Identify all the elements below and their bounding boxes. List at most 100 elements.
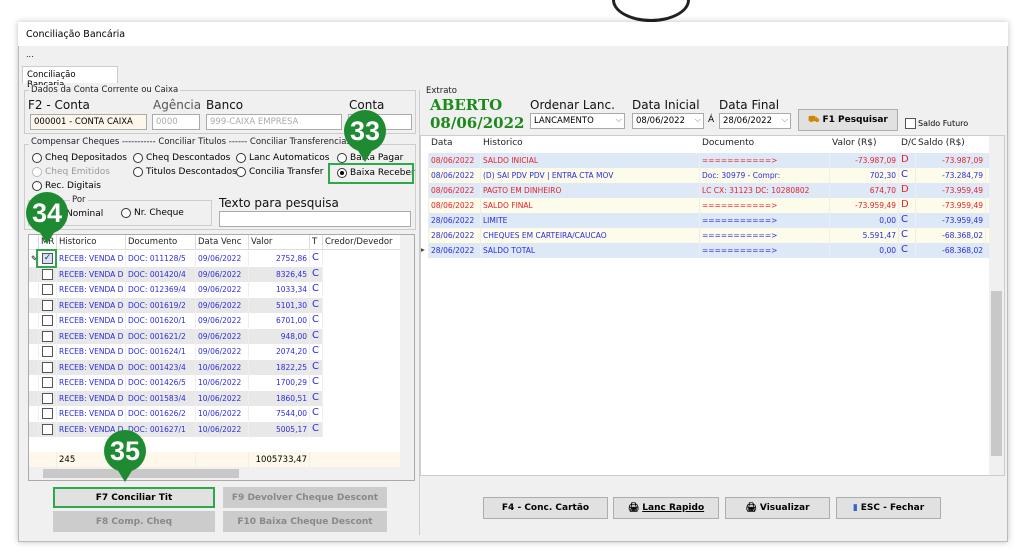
radio-option[interactable]: Cheq Depositados	[32, 153, 127, 163]
table-row[interactable]: RECEB: VENDA D DOC: 001420/4 09/06/2022 832…	[29, 266, 401, 282]
dc-cell: D	[899, 198, 916, 213]
saldo-futuro-checkbox[interactable]: Saldo Futuro	[905, 118, 968, 129]
table-row[interactable]: RECEB: VENDA D DOC: 001627/1 10/06/2022 500…	[29, 421, 401, 437]
lanc-rapido-button[interactable]: 🖨 Lanc Rapido	[613, 497, 719, 519]
conta-input[interactable]: 000001 - CONTA CAIXA	[30, 114, 147, 130]
radio-option[interactable]: Titulos Descontados	[133, 167, 237, 177]
mr-cell	[39, 359, 57, 375]
checkbox[interactable]	[42, 408, 53, 419]
f8-comp-cheq-button[interactable]: F8 Comp. Cheq	[53, 511, 215, 532]
row-indicator	[29, 390, 39, 406]
f4-conc-cartao-button[interactable]: F4 - Conc. Cartão	[483, 497, 608, 519]
checkbox[interactable]	[42, 315, 53, 326]
credor-cell	[323, 313, 401, 328]
chevron-down-icon: ⌵	[615, 115, 622, 125]
column-header[interactable]: Valor (R$)	[830, 136, 899, 152]
radio-option[interactable]: Cheq Descontados	[133, 153, 230, 163]
credor-cell	[323, 375, 401, 390]
doc-cell: ===========>	[700, 228, 830, 243]
doc-cell: DOC: 001624/1	[126, 344, 196, 359]
dc-cell: C	[899, 213, 916, 228]
valor-cell: 0,00	[830, 243, 899, 258]
checkbox[interactable]	[42, 377, 53, 388]
a-label: Á	[708, 115, 715, 125]
mr-cell	[39, 313, 57, 328]
table-row[interactable]: RECEB: VENDA D DOC: 001619/2 09/06/2022 510…	[29, 297, 401, 313]
f7-conciliar-tit-button[interactable]: F7 Conciliar Tit	[53, 487, 215, 508]
radio-option[interactable]: Cheq Emitidos	[32, 167, 110, 177]
data-final-select[interactable]: 28/06/2022 ⌵	[719, 113, 791, 129]
table-row[interactable]: RECEB: VENDA D DOC: 012369/4 09/06/2022 103…	[29, 282, 401, 297]
table-row[interactable]: ▸ 28/06/2022 SALDO TOTAL ===========> 0,00 C -…	[421, 243, 990, 258]
column-header[interactable]: Valor	[249, 235, 310, 250]
column-header[interactable]: Saldo (R$)	[916, 136, 986, 152]
checkbox[interactable]	[42, 392, 53, 404]
ordenar-select[interactable]: LANCAMENTO ⌵	[530, 113, 625, 129]
column-header[interactable]: D/C	[899, 136, 917, 152]
banco-input[interactable]: 999-CAIXA EMPRESA	[206, 114, 342, 130]
radio-option[interactable]: Lanc Automaticos	[236, 153, 329, 163]
vertical-scrollbar[interactable]	[400, 235, 414, 468]
status-label: ABERTO	[430, 96, 503, 114]
data-inicial-select[interactable]: 08/06/2022 ⌵	[632, 113, 704, 129]
data-inicial-label: Data Inicial	[632, 98, 700, 112]
f10-baixa-button[interactable]: F10 Baixa Cheque Descont	[223, 511, 387, 532]
f9-devolver-button[interactable]: F9 Devolver Cheque Descont	[223, 487, 387, 508]
scrollbar-thumb[interactable]	[43, 469, 239, 478]
table-row[interactable]: RECEB: VENDA D DOC: 001583/4 10/06/2022 186…	[29, 390, 401, 406]
f1-pesquisar-button[interactable]: ⛟ F1 Pesquisar	[798, 109, 898, 131]
column-header[interactable]: Data Venc	[196, 235, 249, 250]
table-row[interactable]: 28/06/2022 CHEQUES EM CARTEIRA/CAUCAO ====…	[421, 228, 990, 243]
menu[interactable]: ...	[26, 50, 34, 59]
scrollbar-thumb[interactable]	[991, 291, 1002, 456]
column-header[interactable]: Documento	[700, 136, 830, 152]
radio-option[interactable]: Rec. Digitais	[32, 181, 101, 191]
table-row[interactable]: 08/06/2022 (D) SAI PDV PDV | ENTRA CTA MO…	[421, 168, 990, 183]
checkbox[interactable]	[42, 346, 53, 357]
table-row[interactable]: RECEB: VENDA D DOC: 001423/4 10/06/2022 182…	[29, 359, 401, 375]
row-indicator	[29, 359, 39, 375]
column-header[interactable]: T	[310, 235, 323, 250]
radio-option[interactable]: Concilia Transfer	[236, 167, 324, 177]
agencia-input[interactable]: 0000	[152, 114, 200, 130]
column-header[interactable]: Data	[429, 136, 481, 152]
doc-cell: ===========>	[700, 153, 830, 168]
table-row[interactable]: 08/06/2022 SALDO FINAL ===========> -73.959…	[421, 198, 990, 213]
table-row[interactable]: RECEB: VENDA D DOC: 001624/1 09/06/2022 207…	[29, 344, 401, 359]
credor-cell	[323, 266, 401, 282]
credor-cell	[323, 328, 401, 344]
tab-conciliacao[interactable]: Conciliação Bancaria	[22, 66, 118, 90]
table-row[interactable]: 08/06/2022 SALDO INICIAL ===========> -73.9…	[421, 153, 990, 168]
radio-nr-cheque[interactable]: Nr. Cheque	[121, 208, 184, 218]
search-input[interactable]	[219, 211, 411, 227]
esc-fechar-button[interactable]: ▮ ESC - Fechar	[836, 497, 941, 519]
table-row[interactable]: ✎ ✓ RECEB: VENDA D DOC: 011128/5 09/06/2022 2…	[29, 251, 401, 266]
doc-cell: DOC: 011128/5	[126, 251, 196, 266]
mr-cell	[39, 266, 57, 282]
highlight-checkbox	[36, 249, 57, 268]
data-final-label: Data Final	[719, 98, 780, 112]
checkbox[interactable]	[42, 284, 53, 295]
table-row[interactable]: RECEB: VENDA D DOC: 001626/2 10/06/2022 754…	[29, 406, 401, 421]
table-row[interactable]: RECEB: VENDA D DOC: 001426/5 10/06/2022 170…	[29, 375, 401, 390]
checkbox[interactable]	[42, 330, 53, 342]
checkbox[interactable]	[42, 361, 53, 373]
title-bar	[18, 22, 1008, 46]
table-row[interactable]: 28/06/2022 LIMITE ===========> 0,00 C -73.959…	[421, 213, 990, 228]
column-header[interactable]: Credor/Devedor	[323, 235, 401, 250]
column-header[interactable]	[29, 235, 39, 250]
search-label: Texto para pesquisa	[219, 196, 339, 210]
checkbox[interactable]	[42, 423, 53, 435]
table-row[interactable]: 08/06/2022 PAGTO EM DINHEIRO LC CX: 31123 …	[421, 183, 990, 198]
column-header[interactable]: Documento	[126, 235, 196, 250]
table-row[interactable]: RECEB: VENDA D DOC: 001620/1 09/06/2022 670…	[29, 313, 401, 328]
checkbox[interactable]	[42, 299, 53, 311]
valor-cell: 5101,30	[249, 297, 310, 313]
column-header[interactable]: Historico	[481, 136, 700, 152]
checkbox[interactable]	[42, 268, 53, 280]
visualizar-button[interactable]: 🖨 Visualizar	[725, 497, 830, 519]
table-row[interactable]: RECEB: VENDA D DOC: 001621/2 09/06/2022 948…	[29, 328, 401, 344]
hist-cell: CHEQUES EM CARTEIRA/CAUCAO	[481, 228, 700, 243]
valor-cell: 1700,29	[249, 375, 310, 390]
column-header[interactable]: Historico	[57, 235, 126, 250]
